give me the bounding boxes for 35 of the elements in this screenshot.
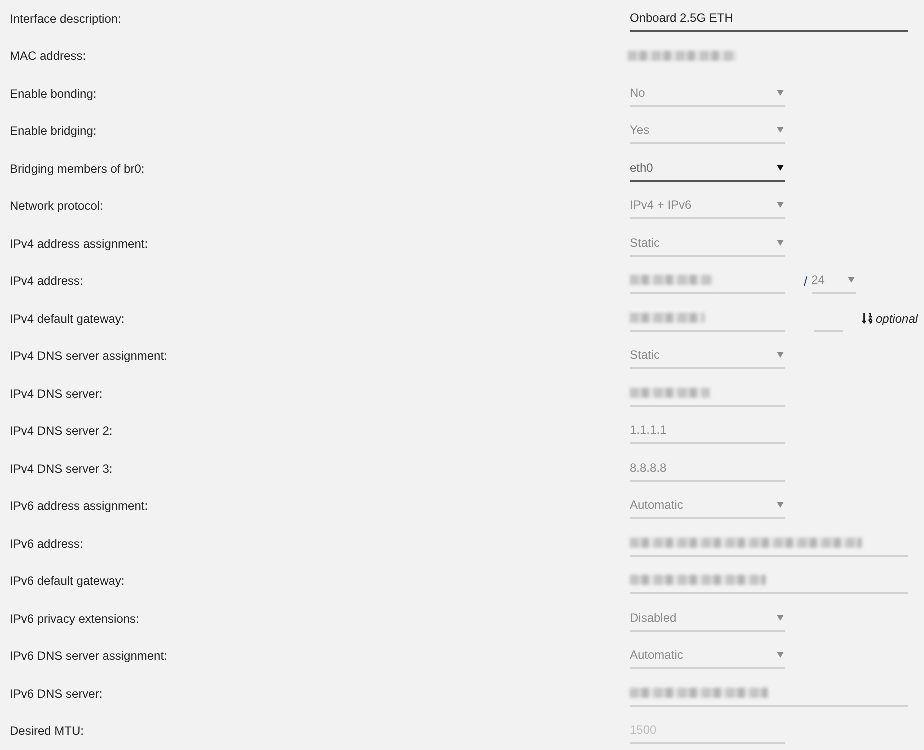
field-label: Enable bonding: xyxy=(10,86,97,101)
sort-numeric-down-icon xyxy=(862,312,873,326)
caret-down-icon xyxy=(777,502,784,508)
caret-down-icon xyxy=(777,352,784,358)
field-label: IPv6 privacy extensions: xyxy=(10,612,140,626)
caret-down-icon xyxy=(777,90,784,96)
field-label: MAC address: xyxy=(10,49,86,64)
field-label: Interface description: xyxy=(10,12,122,26)
field-label: Enable bridging: xyxy=(10,124,97,138)
field-label: IPv6 DNS server: xyxy=(10,686,103,701)
caret-down-icon xyxy=(777,127,784,134)
field-label: IPv4 DNS server: xyxy=(10,386,103,401)
caret-down-icon xyxy=(848,277,855,284)
field-label: IPv6 address: xyxy=(10,536,84,551)
field-label: IPv6 default gateway: xyxy=(10,574,125,588)
field-label: Desired MTU: xyxy=(10,724,84,738)
field-label: IPv4 address assignment: xyxy=(10,236,148,251)
text-field[interactable]: Onboard 2.5G ETH xyxy=(630,6,908,32)
caret-down-icon xyxy=(777,240,784,246)
caret-down-icon xyxy=(777,164,784,171)
field-label: IPv4 DNS server 3: xyxy=(10,462,113,476)
field-label: Bridging members of br0: xyxy=(10,162,145,176)
field-label: Network protocol: xyxy=(10,199,104,214)
field-label: IPv4 DNS server assignment: xyxy=(10,349,168,364)
field-label: IPv4 address: xyxy=(10,274,84,288)
select-field[interactable]: eth0 xyxy=(630,156,785,182)
field-label: IPv4 DNS server 2: xyxy=(10,424,113,438)
prefix-separator: / xyxy=(804,272,808,290)
field-label: IPv4 default gateway: xyxy=(10,312,125,326)
field-label: IPv6 address assignment: xyxy=(10,499,148,514)
caret-down-icon xyxy=(777,614,784,621)
caret-down-icon xyxy=(777,202,784,208)
optional-hint: optional xyxy=(876,310,918,328)
caret-down-icon xyxy=(777,652,784,658)
field-label: IPv6 DNS server assignment: xyxy=(10,649,168,664)
